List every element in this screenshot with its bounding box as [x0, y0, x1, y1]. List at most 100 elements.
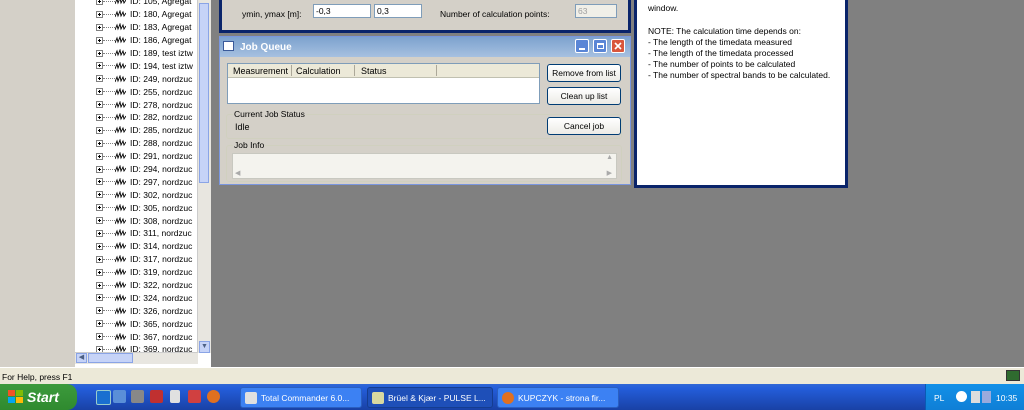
expand-icon[interactable] — [96, 333, 103, 341]
job-info-textarea[interactable]: ◀ ▶ ▲ — [232, 153, 617, 179]
column-status[interactable]: Status — [361, 66, 387, 76]
expand-icon[interactable] — [96, 49, 103, 57]
volume-icon[interactable] — [971, 391, 980, 403]
tree-item[interactable]: ID: 324, nordzuc — [75, 291, 198, 304]
tree-item[interactable]: ID: 194, test iztw — [75, 59, 198, 72]
job-queue-title-bar[interactable]: Job Queue — [220, 37, 630, 57]
hscroll-thumb[interactable] — [88, 353, 133, 363]
expand-icon[interactable] — [96, 229, 103, 237]
column-calculation[interactable]: Calculation — [296, 66, 341, 76]
quicklaunch-app-icon[interactable] — [131, 390, 144, 403]
clean-up-list-button[interactable]: Clean up list — [547, 87, 621, 105]
expand-icon[interactable] — [96, 191, 103, 199]
tree-item[interactable]: ID: 322, nordzuc — [75, 279, 198, 292]
tree-item[interactable]: ID: 294, nordzuc — [75, 163, 198, 176]
scroll-thumb[interactable] — [199, 3, 209, 183]
clock: 10:35 — [996, 393, 1018, 403]
expand-icon[interactable] — [96, 281, 103, 289]
ymin-input[interactable]: -0,3 — [313, 4, 371, 18]
scroll-up-icon[interactable]: ▲ — [606, 154, 613, 161]
expand-icon[interactable] — [96, 242, 103, 250]
tree-item[interactable]: ID: 311, nordzuc — [75, 227, 198, 240]
tree-item[interactable]: ID: 291, nordzuc — [75, 150, 198, 163]
expand-icon[interactable] — [96, 101, 103, 109]
tree-item[interactable]: ID: 255, nordzuc — [75, 85, 198, 98]
tree-item[interactable]: ID: 308, nordzuc — [75, 214, 198, 227]
expand-icon[interactable] — [96, 62, 103, 70]
tree-item[interactable]: ID: 183, Agregat — [75, 21, 198, 34]
expand-icon[interactable] — [96, 307, 103, 315]
tree-item[interactable]: ID: 367, nordzuc — [75, 330, 198, 343]
cancel-job-button[interactable]: Cancel job — [547, 117, 621, 135]
expand-icon[interactable] — [96, 165, 103, 173]
expand-icon[interactable] — [96, 10, 103, 18]
scroll-right-icon[interactable]: ▶ — [607, 169, 612, 177]
tree-item[interactable]: ID: 105, Agregat — [75, 0, 198, 8]
tree-item[interactable]: ID: 186, Agregat — [75, 34, 198, 47]
close-icon[interactable] — [611, 39, 625, 53]
tree-item[interactable]: ID: 189, test iztw — [75, 47, 198, 60]
expand-icon[interactable] — [96, 23, 103, 31]
tree-item[interactable]: ID: 288, nordzuc — [75, 137, 198, 150]
column-measurement[interactable]: Measurement — [233, 66, 288, 76]
tree-item[interactable]: ID: 365, nordzuc — [75, 317, 198, 330]
scroll-left-icon[interactable]: ◀ — [235, 169, 240, 177]
expand-icon[interactable] — [96, 88, 103, 96]
quicklaunch-app2-icon[interactable] — [150, 390, 163, 403]
expand-icon[interactable] — [96, 113, 103, 121]
tray-app-icon[interactable] — [982, 391, 991, 403]
tree-item[interactable]: ID: 326, nordzuc — [75, 304, 198, 317]
tray-chevron-icon[interactable] — [956, 391, 967, 402]
task-total-commander[interactable]: Total Commander 6.0... — [240, 387, 362, 408]
tree-items: ID: 105, Agregat ID: 180, Agregat ID: 183,… — [75, 0, 198, 356]
expand-icon[interactable] — [96, 320, 103, 328]
expand-icon[interactable] — [96, 0, 103, 5]
tree-item[interactable]: ID: 285, nordzuc — [75, 124, 198, 137]
expand-icon[interactable] — [96, 255, 103, 263]
expand-icon[interactable] — [96, 178, 103, 186]
remove-from-list-button[interactable]: Remove from list — [547, 64, 621, 82]
tree-item[interactable]: ID: 249, nordzuc — [75, 72, 198, 85]
expand-icon[interactable] — [96, 126, 103, 134]
minimize-icon[interactable] — [575, 39, 589, 53]
job-list[interactable]: Measurement Calculation Status — [227, 63, 540, 104]
scroll-left-icon[interactable]: ◀ — [76, 353, 87, 363]
measurement-tree[interactable]: ID: 105, Agregat ID: 180, Agregat ID: 183,… — [75, 0, 212, 367]
quicklaunch-ie-icon[interactable] — [96, 390, 111, 405]
waveform-icon — [115, 74, 126, 83]
tree-horizontal-scrollbar[interactable]: ◀ — [75, 352, 198, 364]
tree-item[interactable]: ID: 317, nordzuc — [75, 253, 198, 266]
expand-icon[interactable] — [96, 268, 103, 276]
waveform-icon — [115, 293, 126, 302]
expand-icon[interactable] — [96, 36, 103, 44]
tree-item[interactable]: ID: 319, nordzuc — [75, 266, 198, 279]
expand-icon[interactable] — [96, 294, 103, 302]
tree-item[interactable]: ID: 305, nordzuc — [75, 201, 198, 214]
expand-icon[interactable] — [96, 152, 103, 160]
expand-icon[interactable] — [96, 217, 103, 225]
tree-item[interactable]: ID: 302, nordzuc — [75, 188, 198, 201]
quicklaunch-doc-icon[interactable] — [170, 390, 180, 403]
expand-icon[interactable] — [96, 204, 103, 212]
task-firefox[interactable]: KUPCZYK - strona fir... — [497, 387, 619, 408]
expand-icon[interactable] — [96, 139, 103, 147]
tree-item[interactable]: ID: 314, nordzuc — [75, 240, 198, 253]
maximize-icon[interactable] — [593, 39, 607, 53]
task-pulse[interactable]: Brüel & Kjær - PULSE L... — [367, 387, 493, 408]
tree-item[interactable]: ID: 180, Agregat — [75, 8, 198, 21]
start-button[interactable]: Start — [0, 384, 77, 410]
scroll-down-icon[interactable]: ▼ — [199, 341, 210, 353]
quicklaunch-firefox-icon[interactable] — [207, 390, 220, 403]
tree-item[interactable]: ID: 282, nordzuc — [75, 111, 198, 124]
tree-item-label: ID: 365, nordzuc — [130, 318, 193, 329]
quicklaunch-app3-icon[interactable] — [188, 390, 201, 403]
quicklaunch-outlook-icon[interactable] — [113, 390, 126, 403]
expand-icon[interactable] — [96, 75, 103, 83]
language-indicator[interactable]: PL — [934, 393, 944, 403]
job-info-group: Job Info ◀ ▶ ▲ — [226, 140, 622, 182]
taskbar: Start Total Commander 6.0... Brüel & Kjæ… — [0, 384, 1024, 410]
tree-item[interactable]: ID: 278, nordzuc — [75, 98, 198, 111]
tree-item[interactable]: ID: 297, nordzuc — [75, 175, 198, 188]
ymax-input[interactable]: 0,3 — [374, 4, 422, 18]
tree-vertical-scrollbar[interactable]: ▼ — [197, 0, 211, 353]
